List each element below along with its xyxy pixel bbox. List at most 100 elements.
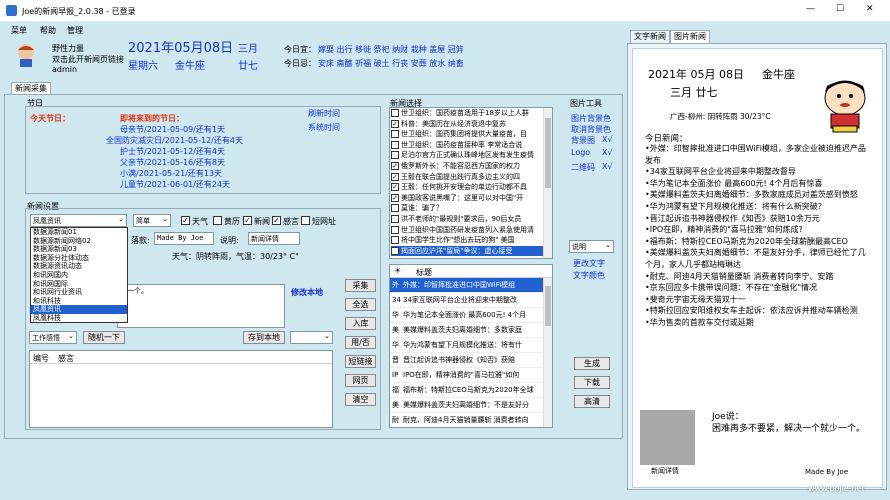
news-check-item[interactable]: ✓ 美国政客说黑嘴了：这里可以对中国"开 [391, 193, 543, 204]
news-checkbox[interactable]: ✓ [391, 161, 399, 170]
almanac-checkbox[interactable] [213, 216, 222, 225]
clear-button[interactable]: 清空 [345, 393, 376, 406]
news-checkbox[interactable]: ✓ [391, 172, 399, 181]
news-check-item[interactable]: 世卫组织：国药疫苗接种率 李常适合说 [391, 140, 543, 151]
category-select[interactable]: 工作感悟 ⌄ [29, 331, 77, 344]
title-row[interactable]: IP IPO在即，精神消费的"喜马拉雅"如何 [390, 368, 544, 383]
dropdown-option[interactable]: 和讯科技 [31, 297, 127, 306]
news-checklist[interactable]: 世卫组织：国药疫苗适用于18岁以上人群 ✓ 科普：美国历在从经济衰退中复苏 世卫组织：… [389, 107, 553, 259]
news-checkbox[interactable]: ✓ [391, 193, 399, 202]
close-button[interactable]: ✕ [866, 4, 874, 14]
maximize-button[interactable]: ☐ [836, 4, 844, 14]
mode-select[interactable]: 简单 ⌄ [133, 214, 171, 227]
news-check-item[interactable]: 洪不老师的"最规则"要求后，90后女员 [391, 214, 543, 225]
news-checkbox[interactable] [391, 140, 399, 149]
news-checkbox[interactable]: ✓ [391, 119, 399, 128]
title-row[interactable]: 美美媒爆料盖茨夫妇离婚细节：不是友好分 [390, 398, 544, 413]
dropdown-option[interactable]: 和讯网国内 [31, 271, 127, 280]
news-check-item[interactable]: ✓ 科普：美国历在从经济衰退中复苏 [391, 119, 543, 130]
desc-input[interactable]: 新闻详情 [248, 232, 300, 245]
toggle-button[interactable]: 用/否 [345, 336, 376, 349]
weather-checkbox[interactable]: ✓ [181, 216, 190, 225]
news-check-item[interactable]: 世卫组织：国药疫苗适用于18岁以上人群 [391, 108, 543, 119]
hd-button[interactable]: 高清 [574, 395, 610, 408]
dropdown-option[interactable]: 和讯网国际 [31, 280, 127, 289]
titles-scrollbar[interactable] [543, 278, 552, 427]
save-local-button[interactable]: 存到本地 [243, 331, 285, 344]
title-row[interactable]: 美美媒爆料盖茨夫妇离婚细节：多数家庭 [390, 323, 544, 338]
news-check-item[interactable]: ✓ 王毅：任何挑开安理会的单边行动都不具 [391, 182, 543, 193]
system-time-link[interactable]: 系统时间 [308, 122, 340, 133]
news-check-item[interactable]: 莫谁：骗了？ [391, 203, 543, 214]
dropdown-option[interactable]: 数据源新闻01 [31, 228, 127, 237]
menu-item-menu[interactable]: 菜单 [11, 25, 27, 36]
source-dropdown-list[interactable]: 数据源新闻01 数据源新闻网络02 数据源新闻03 数据源分社体动态 数据源资讯动态 和讯… [30, 227, 128, 323]
menu-item-admin[interactable]: 管理 [67, 25, 83, 36]
qrcode-toggle[interactable]: X√ [602, 162, 613, 171]
news-check-item[interactable]: 尼泊尔官方正式确认珠峰地区发有发生疫情 [391, 150, 543, 161]
bg-image-toggle[interactable]: X√ [602, 135, 613, 144]
news-checkbox[interactable] [391, 214, 399, 223]
title-row[interactable]: 晋晋江起诉追书神器侵权《知否》获赔 [390, 353, 544, 368]
dropdown-option[interactable]: 数据源分社体动态 [31, 254, 127, 263]
content-textarea[interactable]: 少一个。 [117, 284, 285, 328]
refresh-time-link[interactable]: 刷新时间 [308, 108, 340, 119]
news-checkbox[interactable] [391, 225, 399, 234]
dropdown-option[interactable]: 数据源新闻网络02 [31, 237, 127, 246]
tab-image-news[interactable]: 图片新闻 [670, 30, 710, 43]
title-row[interactable]: 外外媒：印智摔批准进口中国WiFi模组 [390, 278, 544, 293]
logo-toggle[interactable]: X√ [602, 148, 613, 157]
news-check-item[interactable]: ✓ 俄罗斯外长：不能容忍西方国家的权力 [391, 161, 543, 172]
footer-input[interactable]: Made By Joe [154, 232, 214, 245]
dropdown-option[interactable]: 数据源资讯动态 [31, 262, 127, 271]
news-check-item[interactable]: 世卫组织中国国药研发疫苗列入紧急使用清 [391, 225, 543, 236]
title-row[interactable]: 34 34家互联网平台企业将迎来中期整改 [390, 293, 544, 308]
news-checkbox[interactable]: ✓ [391, 183, 399, 192]
scroll-thumb[interactable] [545, 286, 551, 326]
source-select[interactable]: 凤凰资讯 ⌄ [30, 214, 127, 227]
news-checkbox[interactable] [391, 236, 399, 245]
titles-list[interactable]: ☀ 标题 外外媒：印智摔批准进口中国WiFi模组 34 34家互联网平台企业将迎来中… [389, 264, 553, 428]
news-check-item[interactable]: 将中国学生比作"想出去玩的狗" 美国 [391, 235, 543, 246]
dropdown-option[interactable]: 凤凰科技 [31, 314, 127, 322]
shorturl-checkbox[interactable] [301, 216, 310, 225]
minimize-button[interactable]: — [806, 4, 815, 14]
dropdown-option[interactable]: 凤凰资讯 [31, 305, 127, 314]
news-check-item[interactable]: ✓ 王毅在联合国提出践行真多边主义的四 [391, 172, 543, 183]
generate-button[interactable]: 生成 [574, 357, 610, 370]
quote-checkbox[interactable]: ✓ [272, 216, 281, 225]
dropdown-option[interactable]: 和讯网行业资讯 [31, 288, 127, 297]
news-checkbox[interactable]: ✓ [243, 216, 252, 225]
title-row[interactable]: 耐耐克、阿迪4月天猫销量腰斩 消费者转向 [390, 413, 544, 427]
news-checkbox[interactable] [391, 246, 399, 255]
logo-link[interactable]: Logo [571, 148, 590, 157]
download-button[interactable]: 下载 [574, 376, 610, 389]
news-checkbox[interactable] [391, 109, 399, 117]
news-checkbox[interactable] [391, 204, 399, 213]
quote-table[interactable]: 编号 感言 [29, 350, 333, 428]
import-button[interactable]: 入库 [345, 317, 376, 330]
title-row[interactable]: 福福布斯：特斯拉CEO马斯克为2020年全球 [390, 383, 544, 398]
modify-text-link[interactable]: 更改文字 [573, 258, 605, 269]
desc-select[interactable]: 说明 ⌄ [569, 240, 614, 253]
webpage-button[interactable]: 网页 [345, 374, 376, 387]
text-color-link[interactable]: 文字颜色 [573, 270, 605, 281]
menu-item-help[interactable]: 帮助 [40, 25, 56, 36]
qrcode-link[interactable]: 二维码 [571, 162, 595, 173]
random-button[interactable]: 随机一下 [83, 331, 125, 344]
scroll-thumb[interactable] [545, 118, 551, 188]
news-check-item[interactable]: 世卫组织：国药集团将提供大量疫苗，目 [391, 129, 543, 140]
save-option-select[interactable]: ⌄ [290, 331, 333, 344]
bg-color-link[interactable]: 图片背景色 [571, 113, 611, 124]
collect-button[interactable]: 采集 [345, 279, 376, 292]
select-all-button[interactable]: 全选 [345, 298, 376, 311]
news-check-item[interactable]: 揭面回应沪洋"留局"争议：虚心接受 [391, 245, 543, 257]
title-row[interactable]: 华华为笔记本全面涨价 最高600元! 4个月 [390, 308, 544, 323]
news-checkbox[interactable] [391, 151, 399, 160]
short-link-button[interactable]: 短链接 [345, 355, 376, 368]
title-row[interactable]: 华华为鸿蒙有望下月规模化推送：将有什 [390, 338, 544, 353]
user-line2[interactable]: 双击此开新闻页链接 [52, 54, 124, 65]
dropdown-option[interactable]: 数据源新闻03 [31, 245, 127, 254]
cancel-bg-color-link[interactable]: 取消背景色 [571, 124, 611, 135]
news-scrollbar[interactable] [543, 108, 552, 258]
